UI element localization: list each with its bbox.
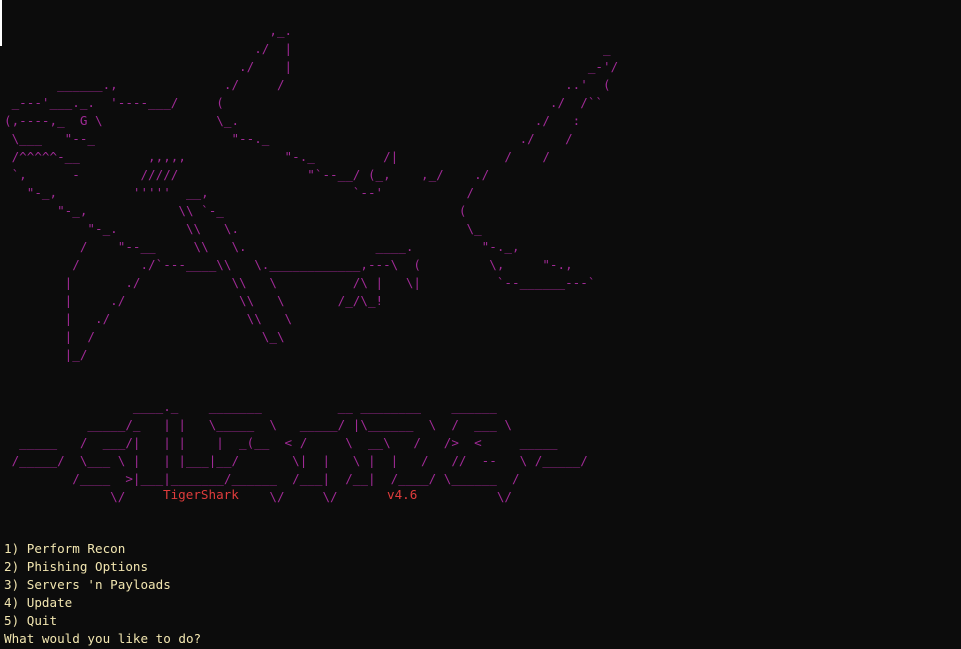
menu-option-update: 4) Update bbox=[4, 595, 73, 610]
menu-option-phishing: 2) Phishing Options bbox=[4, 559, 149, 574]
version-label: v4.6 bbox=[387, 487, 418, 502]
shark-ascii-art: ,_. ./ | _ ./ | _-'/ ______., ./ / ..' (… bbox=[4, 23, 619, 362]
input-prompt-line[interactable]: What would you like to do? bbox=[4, 630, 209, 648]
menu-option-servers-payloads: 3) Servers 'n Payloads bbox=[4, 577, 171, 592]
banner-ascii-art: ____._ _______ __ ________ ______ _____/… bbox=[11, 399, 588, 504]
tool-name-label: TigerShark bbox=[163, 487, 239, 502]
window-edge bbox=[0, 0, 2, 46]
text-cursor[interactable] bbox=[201, 631, 209, 645]
prompt-text: What would you like to do? bbox=[4, 631, 202, 646]
menu-option-quit: 5) Quit bbox=[4, 613, 58, 628]
menu-option-recon: 1) Perform Recon bbox=[4, 541, 126, 556]
main-menu: 1) Perform Recon 2) Phishing Options 3) … bbox=[4, 540, 171, 630]
terminal-window[interactable]: ,_. ./ | _ ./ | _-'/ ______., ./ / ..' (… bbox=[0, 0, 961, 649]
